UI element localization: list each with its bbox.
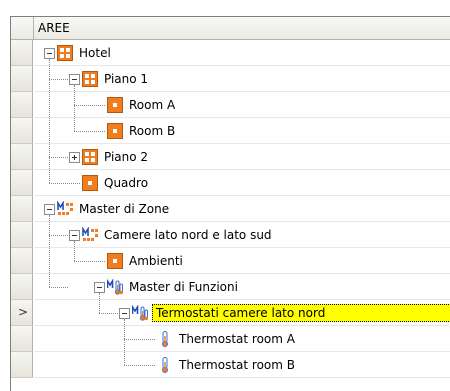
tree-connector-line: [124, 365, 155, 366]
tree-connector-line: [74, 105, 105, 106]
tree-row[interactable]: Piano 1: [34, 66, 450, 92]
tree-node-label[interactable]: Piano 1: [102, 71, 150, 87]
row-header-cell[interactable]: >: [11, 300, 33, 326]
tree-node-label[interactable]: Thermostat room B: [177, 357, 297, 373]
tree-node[interactable]: Room A: [94, 92, 177, 118]
collapse-toggle[interactable]: [44, 47, 55, 59]
tree-connector-line: [49, 157, 68, 158]
collapse-toggle[interactable]: [69, 229, 80, 241]
tree-row[interactable]: Quadro: [34, 170, 450, 196]
expand-toggle[interactable]: [69, 151, 80, 163]
tree-node-label[interactable]: Room B: [127, 123, 177, 139]
row-header-cell[interactable]: [11, 92, 33, 118]
tree-connector-line: [49, 235, 68, 236]
tree-connector-line: [74, 85, 75, 131]
tree-node[interactable]: Piano 1: [69, 66, 150, 92]
area-icon: [107, 97, 123, 113]
row-header-cell[interactable]: [11, 40, 33, 66]
area-group-icon: [82, 71, 98, 87]
tree-node[interactable]: Ambienti: [94, 248, 185, 274]
tree-node[interactable]: Termostati camere lato nord: [119, 300, 450, 326]
tree-node-label[interactable]: Master di Zone: [77, 201, 171, 217]
tree-connector-line: [49, 79, 68, 80]
row-header-cell[interactable]: [11, 326, 33, 352]
row-header-cell[interactable]: [11, 144, 33, 170]
area-icon: [107, 253, 123, 269]
tree-node-label[interactable]: Master di Funzioni: [127, 279, 240, 295]
tree-connector-line: [49, 287, 68, 288]
tree-row[interactable]: Thermostat room B: [34, 352, 450, 378]
row-header-cell[interactable]: [11, 274, 33, 300]
tree-row[interactable]: Master di Zone: [34, 196, 450, 222]
row-header-cell[interactable]: [11, 118, 33, 144]
tree-grid: AREE Hotel Piano 1 Room A Room B Piano 2 Quad…: [10, 16, 450, 391]
tree-row[interactable]: Piano 2: [34, 144, 450, 170]
tree-connector-line: [124, 319, 125, 365]
tree-node-label[interactable]: Quadro: [102, 175, 150, 191]
master-function-icon: [131, 304, 148, 321]
tree-connector-line: [124, 339, 155, 340]
tree-node[interactable]: Piano 2: [69, 144, 150, 170]
corner-cell: [11, 17, 34, 39]
master-zone-icon: [57, 200, 73, 217]
area-group-icon: [57, 45, 73, 61]
area-icon: [107, 123, 123, 139]
tree-node-label[interactable]: Ambienti: [127, 253, 185, 269]
tree-node-label[interactable]: Thermostat room A: [177, 331, 297, 347]
collapse-toggle[interactable]: [94, 281, 105, 293]
tree-node-label[interactable]: Piano 2: [102, 149, 150, 165]
tree-node[interactable]: Thermostat room B: [144, 352, 297, 378]
row-header-cell[interactable]: [11, 222, 33, 248]
tree-node[interactable]: Master di Funzioni: [94, 274, 240, 300]
column-header-row: AREE: [11, 17, 450, 40]
tree-node-label[interactable]: Room A: [127, 97, 177, 113]
tree-row[interactable]: Thermostat room A: [34, 326, 450, 352]
tree-row[interactable]: Camere lato nord e lato sud: [34, 222, 450, 248]
row-header-cell[interactable]: [11, 66, 33, 92]
collapse-toggle[interactable]: [69, 73, 80, 85]
master-function-icon: [106, 278, 123, 295]
tree-node-label[interactable]: Termostati camere lato nord: [152, 304, 450, 322]
tree-connector-line: [49, 183, 80, 184]
tree-node[interactable]: Hotel: [44, 40, 113, 66]
tree-node[interactable]: Master di Zone: [44, 196, 171, 222]
tree-connector-line: [74, 241, 75, 261]
row-header-cell[interactable]: [11, 196, 33, 222]
row-header-cell[interactable]: [11, 352, 33, 378]
tree-node-label[interactable]: Camere lato nord e lato sud: [102, 227, 274, 243]
tree-connector-line: [74, 261, 105, 262]
tree-connector-line: [74, 131, 105, 132]
collapse-toggle[interactable]: [44, 203, 55, 215]
column-header-aree[interactable]: AREE: [34, 17, 450, 39]
tree-node[interactable]: Thermostat room A: [144, 326, 297, 352]
row-header-cell[interactable]: [11, 170, 33, 196]
current-row-indicator: >: [18, 305, 29, 319]
tree-connector-line: [49, 215, 50, 287]
tree-connector-line: [99, 313, 118, 314]
tree-node[interactable]: Room B: [94, 118, 177, 144]
tree-node[interactable]: Camere lato nord e lato sud: [69, 222, 274, 248]
tree-row[interactable]: Termostati camere lato nord: [34, 300, 450, 326]
collapse-toggle[interactable]: [119, 307, 130, 319]
tree-node[interactable]: Quadro: [69, 170, 150, 196]
thermometer-icon: [157, 331, 173, 347]
master-zone-icon: [82, 226, 98, 243]
tree-connector-line: [99, 293, 100, 313]
tree-connector-line: [49, 59, 50, 183]
tree-node-label[interactable]: Hotel: [77, 45, 113, 61]
tree-row[interactable]: Hotel: [34, 40, 450, 66]
tree-row[interactable]: Master di Funzioni: [34, 274, 450, 300]
thermometer-icon: [157, 357, 173, 373]
row-header-cell[interactable]: [11, 248, 33, 274]
area-icon: [82, 175, 98, 191]
area-group-icon: [82, 149, 98, 165]
